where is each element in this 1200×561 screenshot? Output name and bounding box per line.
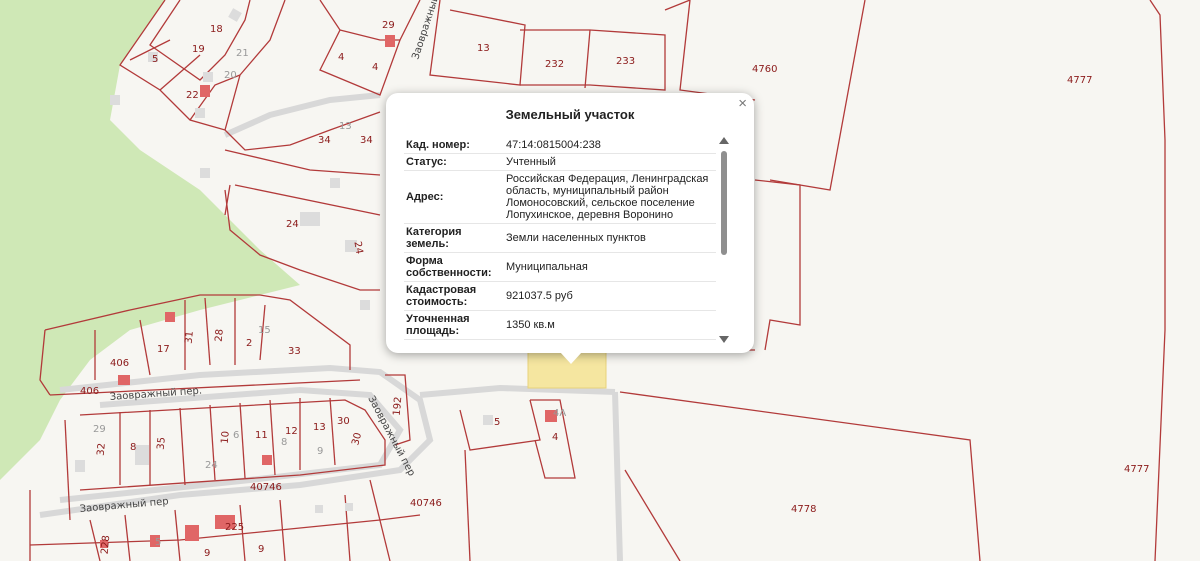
row-value: Земли населенных пунктов [504, 223, 716, 253]
parcel-label: 9 [258, 544, 264, 555]
parcel-label: 33 [288, 346, 301, 357]
parcel-label: 406 [110, 358, 129, 369]
table-row: Адрес: Российская Федерация, Ленинградска… [404, 170, 716, 224]
popup-content[interactable]: Кад. номер: 47:14:0815004:238 Статус: Учте… [404, 137, 716, 343]
parcel-label: 4777 [1067, 75, 1092, 86]
row-key: Кад. номер: [404, 137, 504, 154]
scrollbar-thumb[interactable] [721, 151, 727, 255]
table-row: Статус: Учтенный [404, 153, 716, 171]
parcel-label: 228 [100, 535, 113, 555]
table-row: Категория земель: Земли населенных пункто… [404, 223, 716, 253]
parcel-label: 233 [616, 56, 635, 67]
row-value: 1350 кв.м [504, 310, 716, 340]
parcel-label: 28 [214, 329, 226, 343]
parcel-label: 30 [337, 416, 350, 427]
parcel-label: 11 [255, 430, 268, 441]
parcel-label: 225 [225, 522, 244, 533]
parcel-label: 29 [382, 20, 395, 31]
parcel-label: 19 [192, 44, 205, 55]
parcel-label: 29 [93, 424, 106, 435]
parcel-label: 35 [156, 437, 168, 451]
table-row: Кадастровая стоимость: 921037.5 руб [404, 281, 716, 311]
parcel-label: 4 [372, 62, 378, 73]
row-value: Российская Федерация, Ленинградская обла… [504, 170, 716, 224]
row-key: Уточненная площадь: [404, 310, 504, 340]
popup-scrollbar[interactable] [719, 137, 729, 343]
parcel-label: 9 [204, 548, 210, 559]
parcel-label: 5 [494, 417, 500, 428]
properties-table: Кад. номер: 47:14:0815004:238 Статус: Учте… [404, 137, 716, 340]
parcel-label: 4 [338, 52, 344, 63]
parcel-label: 24 [351, 241, 364, 255]
parcel-label: 6 [233, 430, 239, 441]
parcel-label: 13 [339, 121, 352, 132]
parcel-label: 192 [392, 396, 405, 416]
row-key: Адрес: [404, 170, 504, 224]
row-value: Муниципальная [504, 252, 716, 282]
parcel-label: 24 [286, 219, 299, 230]
popup-title: Земельный участок [505, 107, 635, 122]
parcel-label: 17 [157, 344, 170, 355]
table-row: Форма собственности: Муниципальная [404, 252, 716, 282]
parcel-label: 4 [552, 432, 558, 443]
row-key: Статус: [404, 153, 504, 171]
parcel-label: 15 [258, 325, 271, 336]
parcel-label: 406 [80, 386, 99, 397]
row-key: Кадастровая стоимость: [404, 281, 504, 311]
parcel-label: 18 [210, 24, 223, 35]
table-row: Уточненная площадь: 1350 кв.м [404, 310, 716, 340]
parcel-label: 4760 [752, 64, 777, 75]
row-key: Форма собственности: [404, 252, 504, 282]
parcel-label: 232 [545, 59, 564, 70]
parcel-label: 4777 [1124, 464, 1149, 475]
parcel-label: 34 [360, 135, 373, 146]
row-value: 921037.5 руб [504, 281, 716, 311]
parcel-label: 5 [152, 54, 158, 65]
parcel-label: 5 [155, 537, 161, 548]
parcel-label: 12 [285, 426, 298, 437]
parcel-label: 10 [220, 431, 232, 445]
row-value: Учтенный [504, 153, 716, 171]
parcel-label: 21 [236, 48, 249, 59]
parcel-label: 20 [224, 70, 237, 81]
parcel-label: 9 [317, 446, 323, 457]
table-row: Кад. номер: 47:14:0815004:238 [404, 137, 716, 154]
parcel-label: 40746 [250, 482, 282, 493]
parcel-info-popup: Земельный участок × Кад. номер: 47:14:081… [386, 93, 754, 364]
parcel-label: 22 [186, 90, 199, 101]
parcel-label: 24 [205, 460, 218, 471]
scroll-up-icon[interactable] [719, 137, 729, 144]
parcel-label: 8 [130, 442, 136, 453]
parcel-label: 4А [553, 408, 566, 419]
parcel-label: 34 [318, 135, 331, 146]
parcel-label: 13 [313, 422, 326, 433]
close-icon[interactable]: × [738, 96, 747, 111]
row-value: 47:14:0815004:238 [504, 137, 716, 154]
popup-pointer [560, 352, 582, 364]
parcel-label: 40746 [410, 498, 442, 509]
parcel-label: 31 [184, 331, 196, 345]
parcel-label: 4778 [791, 504, 816, 515]
parcel-label: 8 [281, 437, 287, 448]
row-key: Категория земель: [404, 223, 504, 253]
parcel-label: 32 [96, 443, 108, 457]
parcel-label: 13 [477, 43, 490, 54]
scroll-down-icon[interactable] [719, 336, 729, 343]
parcel-label: 2 [246, 338, 252, 349]
